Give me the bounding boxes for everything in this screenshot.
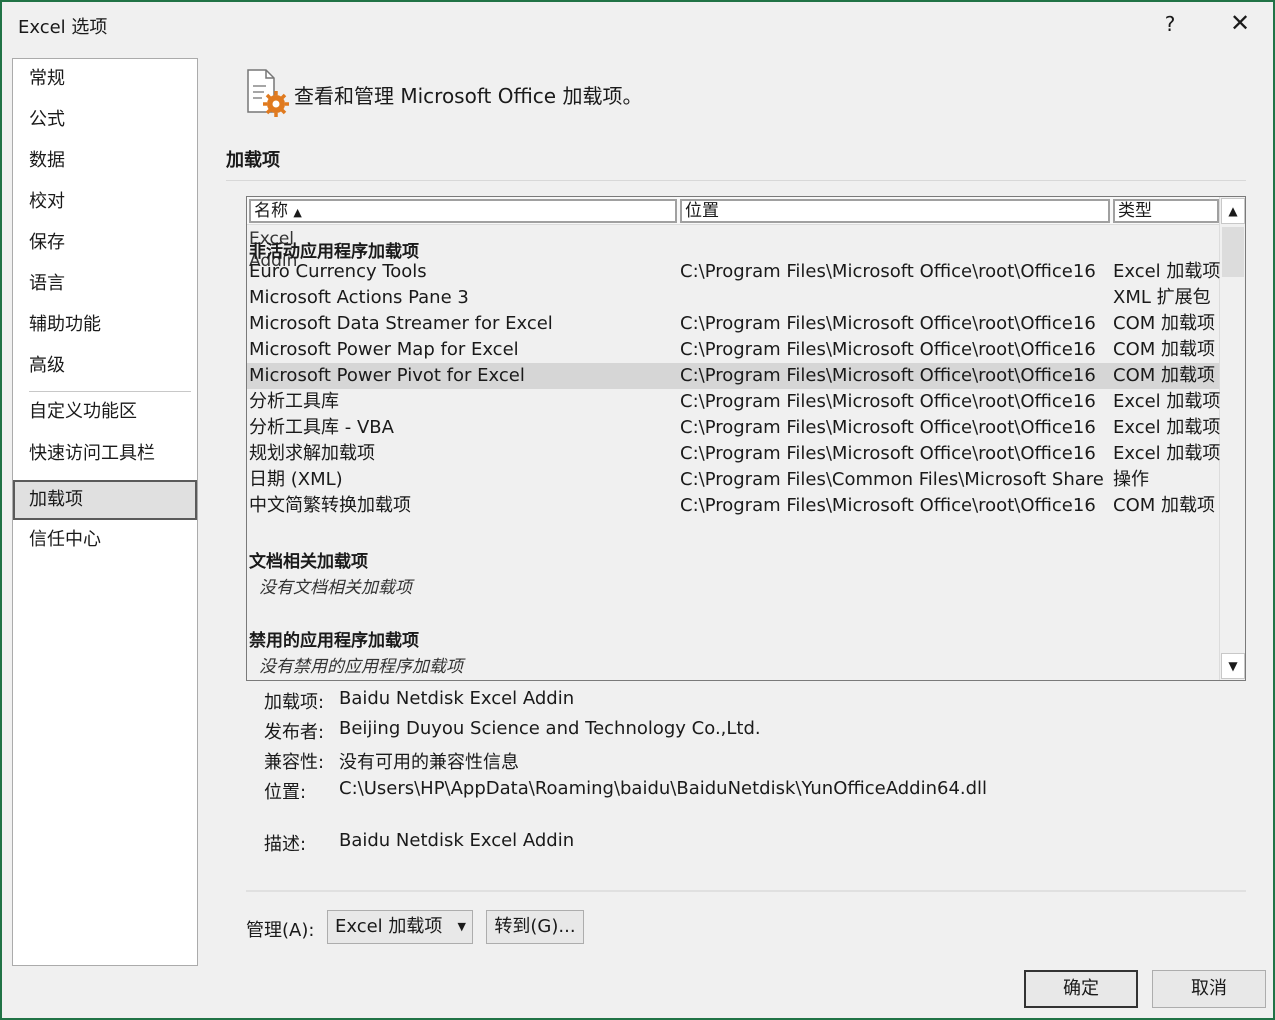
scrollbar-thumb[interactable] [1222, 227, 1244, 277]
ok-button[interactable]: 确定 [1024, 970, 1138, 1008]
options-sidebar: 常规 公式 数据 校对 保存 语言 辅助功能 高级 自定义功能区 快速访问工具栏… [12, 58, 198, 966]
goto-button[interactable]: 转到(G)... [486, 910, 584, 944]
sidebar-item-trust-center[interactable]: 信任中心 [13, 520, 197, 560]
list-row[interactable]: Microsoft Data Streamer for Excel C:\Pro… [247, 311, 1219, 337]
detail-addin-value: Baidu Netdisk Excel Addin [339, 688, 575, 709]
empty-note-document: 没有文档相关加载项 [259, 578, 412, 598]
chevron-down-icon: ▼ [457, 920, 466, 933]
sidebar-item-advanced[interactable]: 高级 [13, 346, 197, 386]
scroll-up-arrow-icon[interactable]: ▲ [1221, 198, 1245, 224]
section-divider [226, 180, 1246, 181]
list-row[interactable]: Euro Currency Tools C:\Program Files\Mic… [247, 259, 1220, 285]
detail-publisher-value: Beijing Duyou Science and Technology Co.… [339, 718, 761, 739]
detail-location-label: 位置: [264, 782, 307, 803]
scroll-down-arrow-icon[interactable]: ▼ [1221, 653, 1245, 679]
bottom-divider [246, 890, 1246, 892]
close-button[interactable]: ✕ [1226, 9, 1254, 37]
sort-ascending-icon: ▲ [293, 206, 302, 219]
sidebar-item-save[interactable]: 保存 [13, 223, 197, 263]
list-row[interactable]: 日期 (XML) C:\Program Files\Common Files\M… [247, 467, 1219, 493]
sidebar-item-proofing[interactable]: 校对 [13, 182, 197, 222]
list-row[interactable]: 分析工具库 C:\Program Files\Microsoft Office\… [247, 389, 1220, 415]
sidebar-item-customize-ribbon[interactable]: 自定义功能区 [13, 392, 197, 432]
column-header-name[interactable]: 名称 ▲ [249, 199, 677, 223]
panel-heading: 查看和管理 Microsoft Office 加载项。 [294, 84, 643, 108]
sidebar-item-addins[interactable]: 加载项 [13, 480, 197, 520]
sidebar-item-quick-access-toolbar[interactable]: 快速访问工具栏 [13, 434, 197, 474]
detail-publisher-label: 发布者: [264, 722, 325, 743]
cancel-button[interactable]: 取消 [1152, 970, 1266, 1008]
title-bar: Excel 选项 ? ✕ [2, 2, 1273, 46]
list-row-selected[interactable]: Microsoft Power Pivot for Excel C:\Progr… [247, 363, 1219, 389]
column-header-type[interactable]: 类型 [1113, 199, 1219, 223]
window-title: Excel 选项 [18, 17, 108, 38]
column-headers: 名称 ▲ 位置 类型 [247, 197, 1219, 225]
addins-list[interactable]: 名称 ▲ 位置 类型 ▲ ▼ Excel Addin 非活动应用程序加载项 Eu… [246, 196, 1246, 681]
addins-section-label: 加载项 [226, 150, 280, 171]
detail-compat-value: 没有可用的兼容性信息 [339, 752, 519, 773]
help-button[interactable]: ? [1158, 12, 1182, 36]
detail-compat-label: 兼容性: [264, 752, 325, 773]
excel-options-dialog: Excel 选项 ? ✕ 常规 公式 数据 校对 保存 语言 辅助功能 高级 自… [0, 0, 1275, 1020]
manage-label: 管理(A): [246, 920, 315, 941]
addins-panel: 查看和管理 Microsoft Office 加载项。 加载项 名称 ▲ 位置 … [226, 58, 1256, 944]
detail-desc-label: 描述: [264, 834, 307, 855]
list-row[interactable]: 中文简繁转换加载项 C:\Program Files\Microsoft Off… [247, 493, 1219, 519]
list-row[interactable]: 规划求解加载项 C:\Program Files\Microsoft Offic… [247, 441, 1220, 467]
detail-desc-value: Baidu Netdisk Excel Addin [339, 830, 575, 851]
manage-dropdown[interactable]: Excel 加载项 ▼ [327, 910, 473, 944]
sidebar-item-general[interactable]: 常规 [13, 59, 197, 99]
list-row[interactable]: Microsoft Power Map for Excel C:\Program… [247, 337, 1219, 363]
sidebar-item-data[interactable]: 数据 [13, 141, 197, 181]
column-header-location[interactable]: 位置 [680, 199, 1110, 223]
detail-addin-label: 加载项: [264, 692, 325, 713]
addin-settings-icon [244, 68, 290, 117]
sidebar-item-formulas[interactable]: 公式 [13, 100, 197, 140]
empty-note-disabled: 没有禁用的应用程序加载项 [259, 657, 463, 677]
group-header-document: 文档相关加载项 [249, 552, 368, 572]
list-row[interactable]: 分析工具库 - VBA C:\Program Files\Microsoft O… [247, 415, 1220, 441]
sidebar-item-accessibility[interactable]: 辅助功能 [13, 305, 197, 345]
list-row[interactable]: Microsoft Actions Pane 3 XML 扩展包 [247, 285, 1219, 311]
detail-location-value: C:\Users\HP\AppData\Roaming\baidu\BaiduN… [339, 778, 988, 799]
sidebar-item-language[interactable]: 语言 [13, 264, 197, 304]
group-header-disabled: 禁用的应用程序加载项 [249, 631, 419, 651]
